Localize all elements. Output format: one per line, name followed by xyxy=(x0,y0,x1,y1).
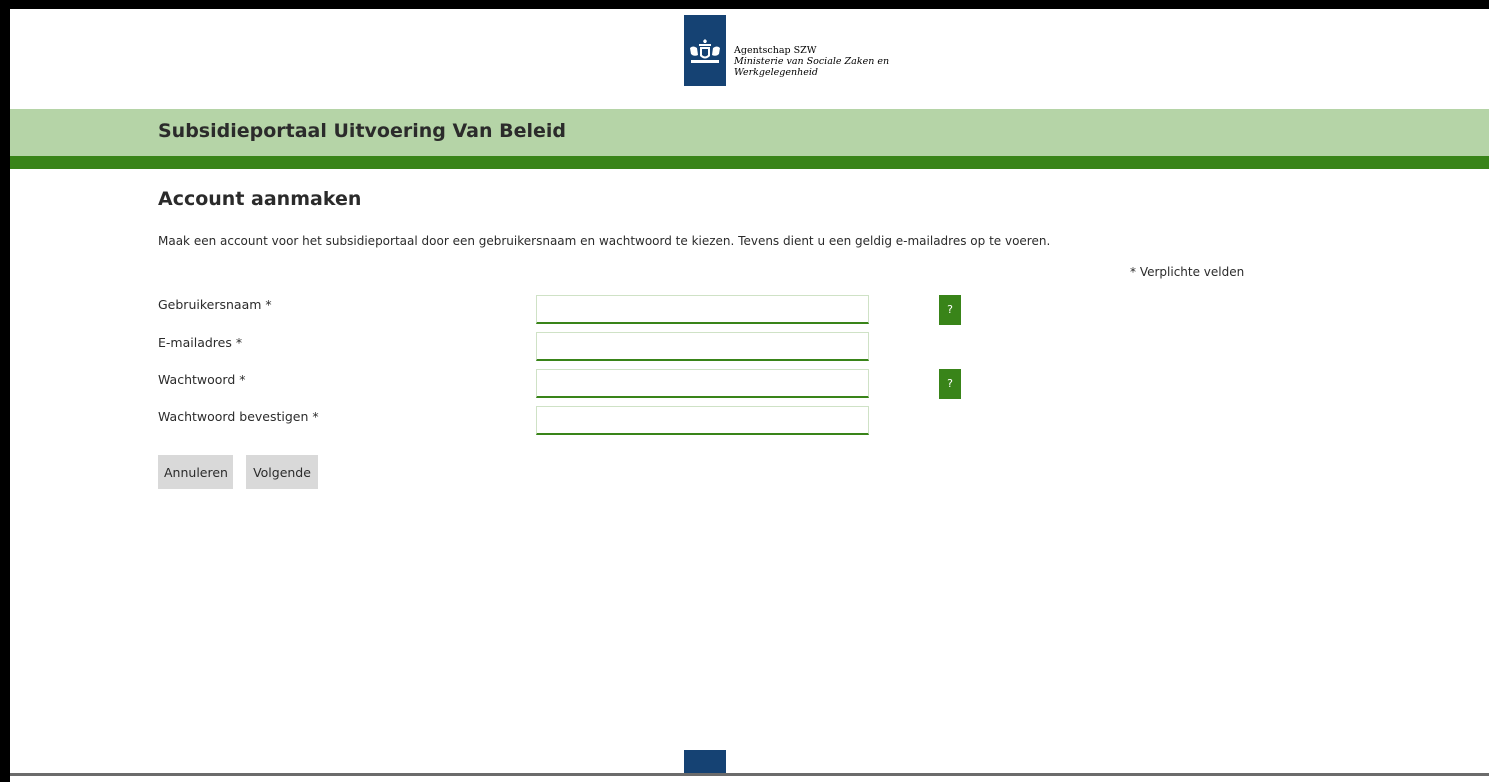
page: Agentschap SZW Ministerie van Sociale Za… xyxy=(10,9,1489,773)
password-label: Wachtwoord * xyxy=(158,372,246,387)
email-input[interactable] xyxy=(536,332,869,361)
username-input[interactable] xyxy=(536,295,869,324)
next-button[interactable]: Volgende xyxy=(246,455,318,489)
cancel-button[interactable]: Annuleren xyxy=(158,455,233,489)
intro-text: Maak een account voor het subsidieportaa… xyxy=(158,234,1051,248)
coat-of-arms-icon xyxy=(690,39,720,63)
rijksoverheid-logo xyxy=(684,15,726,86)
email-label: E-mailadres * xyxy=(158,335,243,350)
portal-title: Subsidieportaal Uitvoering Van Beleid xyxy=(158,120,566,142)
username-help-button[interactable]: ? xyxy=(939,295,961,325)
confirm-password-input[interactable] xyxy=(536,406,869,435)
banner-stripe xyxy=(10,156,1489,169)
ministry-name-line1: Ministerie van Sociale Zaken en xyxy=(734,56,890,67)
password-input[interactable] xyxy=(536,369,869,398)
ministry-name-line2: Werkgelegenheid xyxy=(734,67,818,78)
window-bottom-strip xyxy=(10,776,1489,782)
page-title: Account aanmaken xyxy=(158,188,362,210)
required-fields-note: * Verplichte velden xyxy=(1130,265,1245,279)
password-help-button[interactable]: ? xyxy=(939,369,961,399)
agency-name: Agentschap SZW xyxy=(734,45,817,56)
organisation-name: Agentschap SZW Ministerie van Sociale Za… xyxy=(734,45,889,78)
confirm-password-label: Wachtwoord bevestigen * xyxy=(158,409,319,424)
username-label: Gebruikersnaam * xyxy=(158,297,272,312)
footer-logo-tab xyxy=(684,750,726,773)
